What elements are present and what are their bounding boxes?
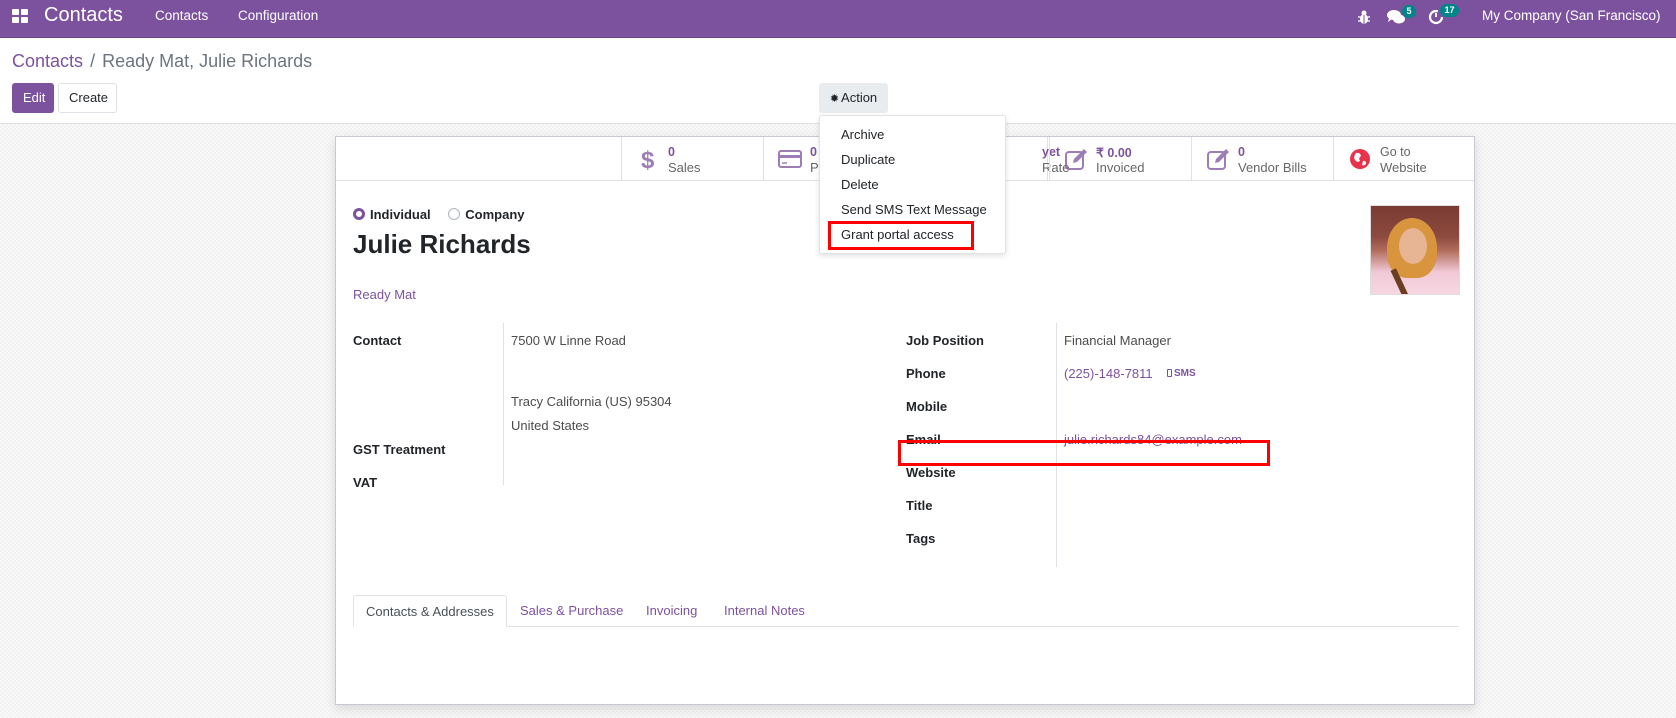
stat-button-website[interactable]: Go to Website: [1333, 137, 1475, 181]
job-position-label: Job Position: [906, 333, 984, 348]
phone-label: Phone: [906, 366, 946, 381]
avatar[interactable]: [1370, 205, 1460, 295]
stat-button-invoiced[interactable]: ₹ 0.00 Invoiced: [1049, 137, 1191, 181]
breadcrumb-separator: /: [90, 51, 96, 71]
tab-contacts-addresses[interactable]: Contacts & Addresses: [353, 595, 507, 627]
stat-label: Vendor Bills: [1238, 160, 1307, 175]
gst-treatment-label: GST Treatment: [353, 442, 446, 457]
avatar-face: [1399, 228, 1427, 264]
address-city-line: Tracy California (US) 95304: [511, 394, 672, 409]
address-country: United States: [511, 418, 590, 433]
radio-label: Company: [465, 207, 525, 222]
radio-label: Individual: [370, 207, 431, 222]
tab-sales-purchase[interactable]: Sales & Purchase: [508, 595, 635, 627]
bug-icon[interactable]: [1357, 9, 1371, 25]
website-label: Website: [906, 465, 956, 480]
stat-button-vendor-bills[interactable]: 0 Vendor Bills: [1191, 137, 1333, 181]
control-panel: Contacts / Ready Mat, Julie Richards Edi…: [0, 38, 1676, 124]
radio-checked-icon: [353, 208, 365, 220]
phone-link[interactable]: (225)-148-7811: [1064, 366, 1153, 381]
breadcrumb-contacts[interactable]: Contacts: [12, 51, 83, 71]
action-label: Action: [841, 90, 878, 105]
stat-value: 0: [1238, 145, 1245, 159]
stat-value: 0: [810, 145, 817, 159]
breadcrumb: Contacts / Ready Mat, Julie Richards: [12, 51, 312, 72]
menu-item-send-sms[interactable]: Send SMS Text Message: [841, 202, 987, 217]
edit-button[interactable]: Edit: [12, 83, 54, 113]
menu-item-delete[interactable]: Delete: [841, 177, 879, 192]
menu-item-duplicate[interactable]: Duplicate: [841, 152, 895, 167]
radio-unchecked-icon: [448, 208, 461, 220]
mobile-icon: [1167, 369, 1172, 377]
menu-configuration[interactable]: Configuration: [238, 8, 318, 23]
grant-portal-highlight-box: [828, 221, 974, 250]
top-navbar: Contacts Contacts Configuration 5 17 My …: [0, 0, 1676, 38]
credit-card-icon: [778, 150, 802, 168]
address-street: 7500 W Linne Road: [511, 333, 626, 348]
edit-icon: [1065, 149, 1087, 170]
gear-icon: ✹: [829, 93, 840, 105]
globe-icon: [1350, 149, 1370, 169]
messages-badge: 5: [1402, 5, 1416, 18]
sms-button[interactable]: SMS: [1167, 368, 1196, 379]
sms-label: SMS: [1174, 368, 1196, 379]
partner-name: Julie Richards: [353, 229, 531, 259]
tags-label: Tags: [906, 531, 936, 546]
mobile-label: Mobile: [906, 399, 948, 414]
dollar-icon: $: [641, 147, 655, 171]
stat-label: P: [810, 160, 819, 175]
stat-value: 0: [668, 145, 675, 159]
vat-label: VAT: [353, 475, 378, 490]
field-separator: [503, 323, 504, 485]
stat-label: Invoiced: [1096, 160, 1145, 175]
stat-button-sales[interactable]: $ 0 Sales: [621, 137, 763, 181]
activities-badge: 17: [1440, 4, 1459, 17]
svg-text:$: $: [641, 147, 655, 171]
menu-contacts[interactable]: Contacts: [155, 8, 208, 23]
edit-icon: [1207, 149, 1229, 170]
app-name[interactable]: Contacts: [44, 4, 123, 27]
stat-label: Website: [1380, 160, 1427, 175]
stat-value: ₹ 0.00: [1096, 146, 1132, 160]
radio-company[interactable]: Company: [448, 207, 525, 222]
company-type-radio: Individual Company: [353, 207, 525, 222]
stat-label: Sales: [668, 160, 701, 175]
job-position-value: Financial Manager: [1064, 333, 1171, 348]
breadcrumb-current: Ready Mat, Julie Richards: [102, 51, 313, 71]
action-button[interactable]: ✹ Action: [819, 83, 888, 113]
company-switcher[interactable]: My Company (San Francisco): [1482, 8, 1661, 23]
tab-internal-notes[interactable]: Internal Notes: [712, 595, 817, 627]
email-highlight-box: [898, 440, 1270, 466]
action-dropdown-menu: Archive Duplicate Delete Send SMS Text M…: [819, 115, 1006, 254]
tab-invoicing[interactable]: Invoicing: [634, 595, 709, 627]
stat-value: Go to: [1380, 145, 1411, 159]
title-label: Title: [906, 498, 933, 513]
menu-item-archive[interactable]: Archive: [841, 127, 884, 142]
notebook-tabs: Contacts & Addresses Sales & Purchase In…: [353, 595, 1459, 627]
radio-individual[interactable]: Individual: [353, 207, 431, 222]
contact-label: Contact: [353, 333, 402, 348]
apps-grid-icon[interactable]: [12, 9, 28, 25]
create-button[interactable]: Create: [58, 83, 117, 113]
parent-company-link[interactable]: Ready Mat: [353, 287, 416, 302]
